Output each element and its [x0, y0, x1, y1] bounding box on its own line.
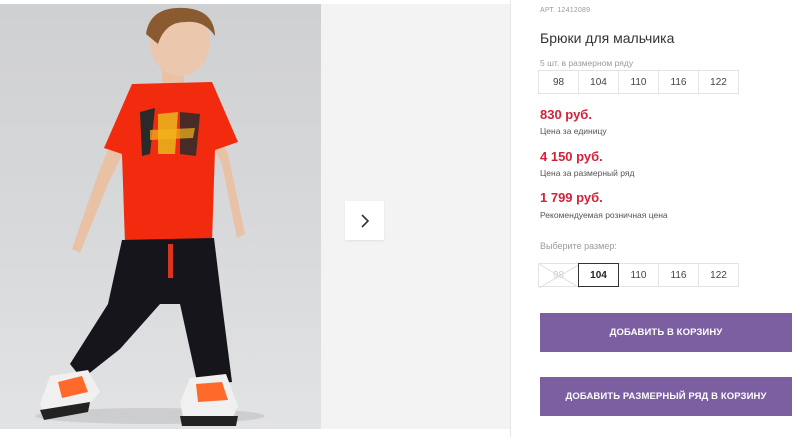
series-size-caption: 5 шт. в размерном ряду — [540, 58, 634, 68]
add-to-cart-button[interactable]: ДОБАВИТЬ В КОРЗИНУ — [540, 313, 792, 352]
article-number: АРТ. 12412089 — [540, 7, 591, 14]
retail-price: 1 799 руб. — [540, 190, 603, 205]
size-option-110[interactable]: 110 — [618, 263, 659, 287]
size-option-116[interactable]: 116 — [658, 263, 699, 287]
series-price: 4 150 руб. — [540, 149, 603, 164]
series-size-cell: 104 — [578, 70, 619, 94]
series-size-cell: 116 — [658, 70, 699, 94]
cross-out-icon — [539, 264, 580, 288]
product-title: Брюки для мальчика — [540, 30, 675, 46]
series-size-list: 98 104 110 116 122 — [538, 70, 739, 94]
size-option-98-unavailable[interactable]: 98 — [538, 263, 580, 288]
chevron-right-icon — [360, 213, 369, 228]
column-divider — [510, 0, 511, 437]
size-option-104-selected[interactable]: 104 — [578, 263, 619, 287]
add-size-series-to-cart-button[interactable]: ДОБАВИТЬ РАЗМЕРНЫЙ РЯД В КОРЗИНУ — [540, 377, 792, 416]
choose-size-label: Выберите размер: — [540, 241, 617, 251]
boy-in-red-tshirt-image — [35, 7, 265, 426]
size-picker: 98 104 110 116 122 — [538, 263, 739, 288]
unit-price-label: Цена за единицу — [540, 126, 607, 136]
series-price-label: Цена за размерный ряд — [540, 168, 635, 178]
size-option-122[interactable]: 122 — [698, 263, 739, 287]
series-size-cell: 110 — [618, 70, 659, 94]
retail-price-label: Рекомендуемая розничная цена — [540, 210, 668, 220]
series-size-cell: 122 — [698, 70, 739, 94]
next-image-button[interactable] — [345, 201, 384, 240]
product-gallery — [0, 4, 511, 429]
series-size-cell: 98 — [538, 70, 579, 94]
product-photo[interactable] — [0, 4, 321, 429]
unit-price: 830 руб. — [540, 107, 592, 122]
